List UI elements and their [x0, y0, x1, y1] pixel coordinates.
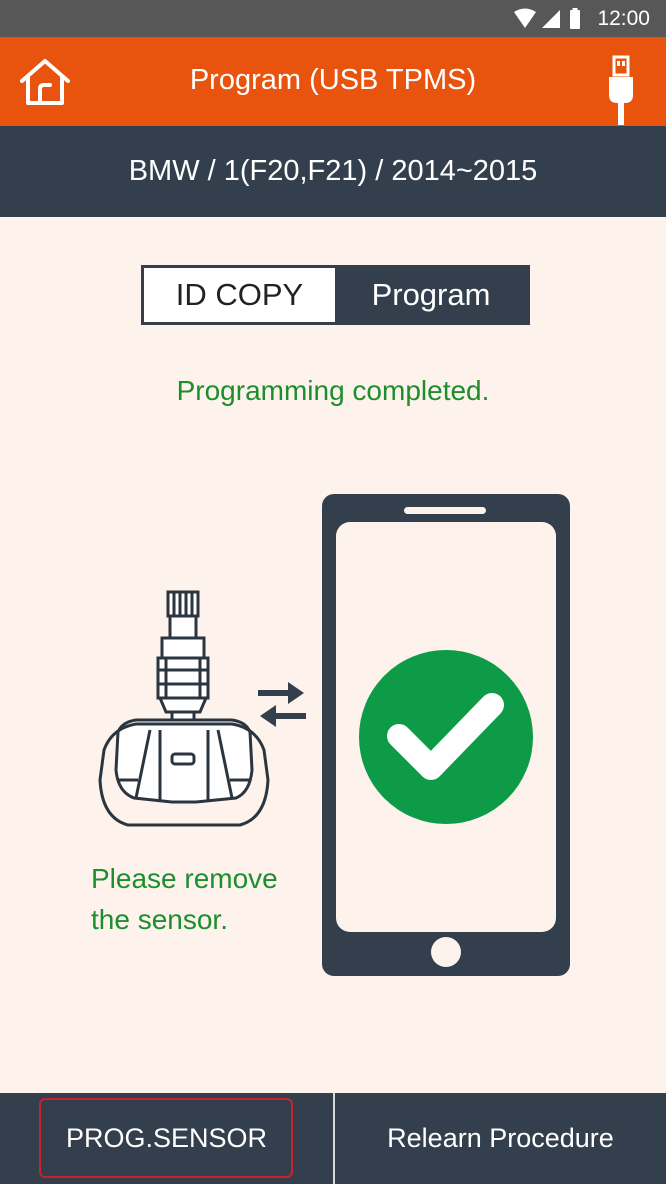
tab-id-copy[interactable]: ID COPY [144, 268, 335, 322]
battery-icon [570, 10, 580, 29]
clock: 12:00 [597, 7, 650, 30]
vehicle-breadcrumb: BMW / 1(F20,F21) / 2014~2015 [0, 126, 666, 217]
prog-sensor-button[interactable]: PROG.SENSOR [0, 1093, 333, 1184]
tab-program[interactable]: Program [335, 268, 527, 322]
cell-signal-icon [542, 10, 560, 28]
wifi-icon [514, 8, 536, 28]
instruction-line-2: the sensor. [91, 904, 228, 935]
relearn-procedure-label: Relearn Procedure [387, 1123, 614, 1153]
bottom-bar: PROG.SENSOR Relearn Procedure [0, 1093, 666, 1184]
signal-icons [514, 8, 580, 29]
status-message: Programming completed. [176, 375, 490, 406]
status-bar: 12:00 [0, 0, 666, 37]
app-bar: Program (USB TPMS) [0, 37, 666, 126]
usb-plug-icon [609, 55, 633, 125]
transfer-arrows-icon [258, 682, 306, 727]
remove-sensor-instruction: Please remove the sensor. [91, 858, 278, 940]
mode-toggle: ID COPY Program [141, 265, 530, 325]
tpms-sensor-icon [98, 590, 270, 827]
screen-title: Program (USB TPMS) [189, 64, 477, 96]
check-circle-icon [359, 650, 533, 824]
prog-sensor-label: PROG.SENSOR [65, 1123, 268, 1153]
instruction-line-1: Please remove [91, 863, 278, 894]
relearn-procedure-button[interactable]: Relearn Procedure [335, 1093, 666, 1184]
